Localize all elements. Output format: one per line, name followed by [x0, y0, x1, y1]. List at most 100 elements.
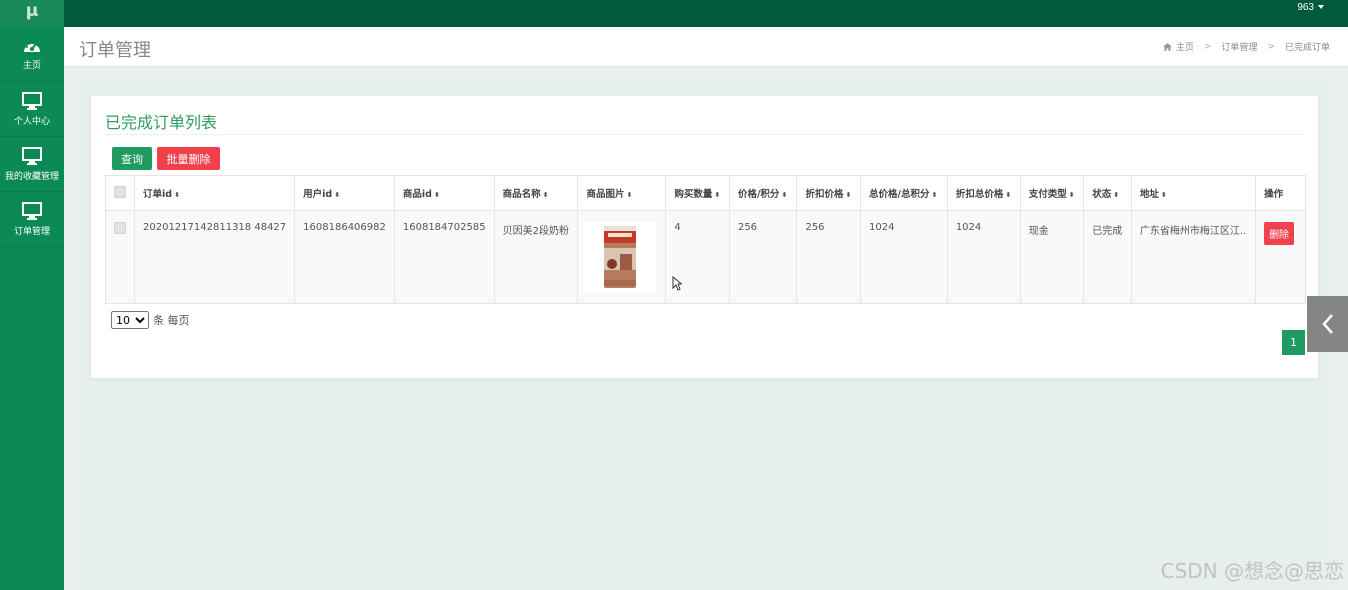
home-icon — [1162, 42, 1172, 51]
column-label: 商品图片 — [586, 189, 625, 200]
cell-user-id: 1608186406982 — [294, 210, 395, 304]
order-list-panel: 已完成订单列表 查询 批量删除 订单id ⬍ 用户id ⬍ 商品id ⬍ 商品名称 ⬍ … — [90, 95, 1319, 379]
sidebar-item-label: 个人中心 — [13, 116, 50, 127]
column-label: 用户id — [303, 189, 333, 200]
sort-icon: ⬍ — [626, 191, 633, 199]
sort-icon: ⬍ — [714, 191, 721, 199]
bulk-delete-button[interactable]: 批量删除 — [157, 147, 220, 170]
table-row: 20201217142811318 48427 1608186406982 16… — [105, 210, 1306, 304]
column-label: 状态 — [1092, 189, 1112, 200]
col-header-address[interactable]: 地址 ⬍ — [1130, 175, 1257, 211]
username: 963 — [1297, 2, 1314, 13]
sort-icon: ⬍ — [1068, 191, 1075, 199]
cell-discount-total: 1024 — [946, 210, 1021, 304]
divider — [105, 134, 1304, 135]
page-size-select[interactable]: 10 — [111, 311, 149, 329]
col-header-product-image[interactable]: 商品图片 ⬍ — [577, 175, 667, 211]
orders-table: 订单id ⬍ 用户id ⬍ 商品id ⬍ 商品名称 ⬍ 商品图片 ⬍ 购买数量 ⬍ 价格/积… — [105, 175, 1306, 304]
collapse-tab[interactable] — [1307, 296, 1348, 352]
cell-price: 256 — [728, 210, 798, 304]
column-label: 折扣总价格 — [955, 189, 1004, 200]
mouse-cursor-icon — [672, 276, 682, 291]
chevron-left-icon — [1321, 314, 1333, 334]
dashboard-icon — [24, 40, 40, 52]
cell-pay-type: 现金 — [1019, 210, 1085, 304]
column-label: 地址 — [1139, 189, 1159, 200]
sidebar-item-orders[interactable]: 订单管理 — [0, 192, 64, 247]
sort-icon: ⬍ — [542, 191, 549, 199]
monitor-icon — [22, 201, 42, 220]
select-all-checkbox[interactable] — [114, 185, 126, 198]
column-label: 折扣价格 — [805, 189, 844, 200]
panel-title: 已完成订单列表 — [105, 113, 218, 132]
column-label: 价格/积分 — [737, 189, 780, 200]
column-label: 总价格/总积分 — [869, 189, 930, 200]
col-header-status[interactable]: 状态 ⬍ — [1083, 175, 1132, 211]
breadcrumb: 主页 > 订单管理 > 已完成订单 — [1162, 40, 1330, 53]
product-image — [584, 222, 657, 292]
sidebar-item-label: 主页 — [22, 60, 41, 71]
breadcrumb-current: 已完成订单 — [1284, 43, 1330, 53]
cell-product-image — [577, 210, 667, 304]
breadcrumb-home[interactable]: 主页 — [1176, 40, 1194, 53]
col-header-action: 操作 — [1255, 175, 1306, 211]
select-all-cell — [105, 175, 135, 211]
col-header-total[interactable]: 总价格/总积分 ⬍ — [860, 175, 948, 211]
sort-icon: ⬍ — [174, 191, 180, 199]
cell-product-id: 1608184702585 — [393, 210, 495, 304]
breadcrumb-orders[interactable]: 订单管理 — [1221, 40, 1257, 53]
col-header-discount-price[interactable]: 折扣价格 ⬍ — [796, 175, 861, 211]
col-header-product-id[interactable]: 商品id ⬍ — [393, 175, 495, 211]
watermark: CSDN @想念@思恋 — [1160, 559, 1344, 583]
per-page-label: 条 每页 — [153, 314, 190, 327]
cell-discount-price: 256 — [796, 210, 861, 304]
sidebar-item-label: 我的收藏管理 — [4, 171, 59, 182]
query-button[interactable]: 查询 — [112, 147, 152, 170]
table-header-row: 订单id ⬍ 用户id ⬍ 商品id ⬍ 商品名称 ⬍ 商品图片 ⬍ 购买数量 ⬍ 价格/积… — [105, 175, 1306, 211]
sidebar-item-label: 订单管理 — [13, 226, 50, 237]
column-label: 商品名称 — [502, 189, 541, 200]
sort-icon: ⬍ — [781, 191, 788, 199]
col-header-product-name[interactable]: 商品名称 ⬍ — [493, 175, 579, 211]
sort-icon: ⬍ — [1160, 191, 1167, 199]
caret-down-icon — [1318, 5, 1324, 10]
page-header: 订单管理 主页 > 订单管理 > 已完成订单 — [64, 27, 1348, 67]
col-header-order-id[interactable]: 订单id ⬍ — [133, 175, 296, 211]
top-bar: μ 963 — [0, 0, 1348, 27]
column-label: 商品id — [402, 189, 432, 200]
col-header-quantity[interactable]: 购买数量 ⬍ — [665, 175, 730, 211]
col-header-price[interactable]: 价格/积分 ⬍ — [728, 175, 798, 211]
cell-product-name: 贝因美2段奶粉 — [493, 210, 579, 304]
column-label: 订单id — [143, 189, 173, 200]
column-label: 购买数量 — [674, 189, 713, 200]
page-number-button[interactable]: 1 — [1282, 330, 1305, 355]
sort-icon: ⬍ — [334, 191, 341, 199]
sidebar-item-profile[interactable]: 个人中心 — [0, 82, 64, 137]
pagination-size: 10 条 每页 — [111, 311, 190, 329]
delete-button[interactable]: 删除 — [1264, 222, 1295, 245]
sort-icon: ⬍ — [433, 191, 440, 199]
col-header-pay-type[interactable]: 支付类型 ⬍ — [1019, 175, 1085, 211]
cell-address: 广东省梅州市梅江区江.. — [1130, 210, 1257, 304]
sidebar-item-favorites[interactable]: 我的收藏管理 — [0, 137, 64, 192]
cell-action: 删除 — [1255, 210, 1306, 304]
col-header-discount-total[interactable]: 折扣总价格 ⬍ — [946, 175, 1021, 211]
app-logo: μ — [0, 0, 64, 27]
sort-icon: ⬍ — [1113, 191, 1120, 199]
cell-status: 已完成 — [1083, 210, 1132, 304]
sort-icon: ⬍ — [845, 191, 852, 199]
cell-total: 1024 — [860, 210, 948, 304]
col-header-user-id[interactable]: 用户id ⬍ — [294, 175, 395, 211]
monitor-icon — [22, 91, 42, 110]
column-label: 支付类型 — [1028, 189, 1067, 200]
column-label: 操作 — [1264, 189, 1284, 200]
cell-order-id: 20201217142811318 48427 — [133, 210, 296, 304]
row-checkbox[interactable] — [114, 222, 126, 234]
breadcrumb-separator: > — [1203, 41, 1212, 52]
user-menu[interactable]: 963 — [1297, 2, 1324, 13]
sidebar-item-home[interactable]: 主页 — [0, 27, 64, 82]
page-title: 订单管理 — [79, 40, 151, 61]
monitor-icon — [22, 146, 42, 165]
sort-icon: ⬍ — [1005, 191, 1012, 199]
sidebar: 主页 个人中心 我的收藏管理 订单管理 — [0, 27, 64, 590]
